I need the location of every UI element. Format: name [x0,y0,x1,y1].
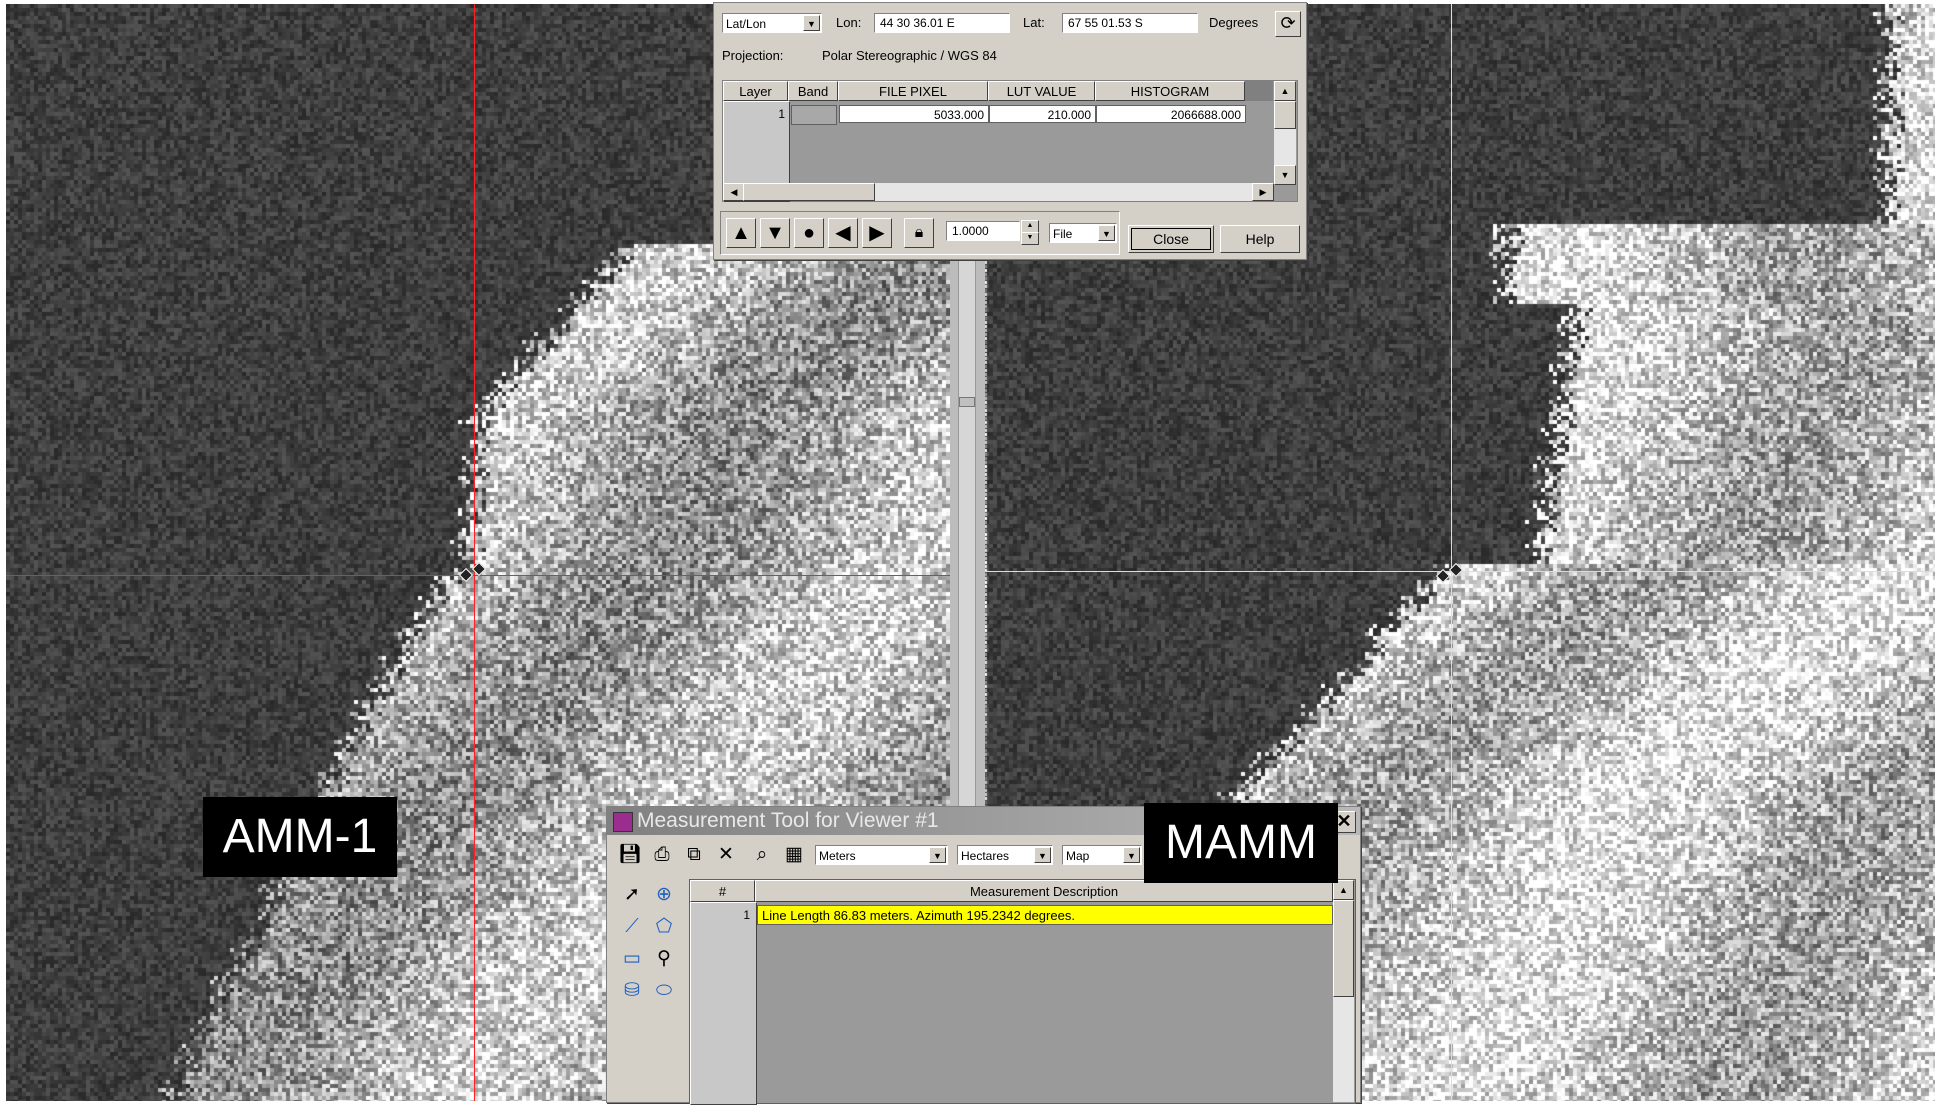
window-title: Measurement Tool for Viewer #1 [637,809,939,832]
zoom-to-icon[interactable]: ⌕ [747,841,777,869]
print-icon[interactable]: ⎙ [647,841,677,869]
left-image-label: AMM-1 [203,797,397,877]
triangle-down-icon[interactable]: ▼ [760,218,790,248]
chevron-down-icon[interactable]: ▼ [1098,225,1115,241]
row-layer-cell[interactable]: 1 [727,105,785,123]
table-hscroll[interactable]: ◀ ▶ [723,183,1274,201]
zoom-icon[interactable]: ⚲ [649,945,679,973]
lon-field[interactable]: 44 30 36.01 E [874,13,1010,33]
projection-value: Polar Stereographic / WGS 84 [822,48,997,63]
area-unit-value: Hectares [961,849,1010,863]
table-export-icon[interactable]: ▦ [779,841,809,869]
close-button[interactable]: Close [1128,225,1214,253]
scroll-thumb[interactable] [959,397,975,407]
column-header-layer[interactable]: Layer [723,81,788,101]
length-unit-select[interactable]: Meters ▼ [815,845,948,865]
copy-icon[interactable]: ⧉ [679,841,709,869]
scroll-right-icon[interactable]: ▶ [1252,183,1274,201]
lock-icon[interactable]: 🔒︎ [904,218,934,248]
step-value-field[interactable]: 1.0000 [946,221,1020,241]
help-button[interactable]: Help [1220,225,1300,253]
column-header-band[interactable]: Band [788,81,838,101]
length-unit-value: Meters [819,849,856,863]
measurement-table: # Measurement Description 1 Line Length … [689,879,1356,1105]
right-image-label: MAMM [1144,803,1338,883]
table-vscroll[interactable]: ▲ ▼ [1274,81,1296,185]
column-header-lut-value[interactable]: LUT VALUE [988,81,1095,101]
scroll-up-icon[interactable]: ▲ [1333,880,1354,900]
left-crosshair-vertical [474,4,475,1101]
chevron-down-icon[interactable]: ▼ [1123,847,1140,863]
refresh-icon[interactable]: ⟳ [1275,11,1301,37]
polygon-measure-icon[interactable]: ⬠ [649,913,679,941]
inquire-cursor-window: Lat/Lon ▼ Lon: 44 30 36.01 E Lat: 67 55 … [713,2,1307,260]
projection-label: Projection: [722,48,784,63]
coord-type-value: Lat/Lon [726,17,767,31]
row-band-cell[interactable] [791,105,837,125]
row-number-cell[interactable]: 1 [694,906,750,924]
select-arrow-icon[interactable]: ➚ [617,881,647,909]
line-measure-icon[interactable]: ⟋ [617,913,647,941]
lon-label: Lon: [836,15,862,30]
step-unit-select[interactable]: File ▼ [1049,223,1117,243]
triangle-right-icon[interactable]: ▶ [862,218,892,248]
area-unit-select[interactable]: Hectares ▼ [957,845,1053,865]
column-header-file-pixel[interactable]: FILE PIXEL [838,81,988,101]
lut-value-cell[interactable]: 210.000 [989,105,1096,123]
lat-field[interactable]: 67 55 01.53 S [1062,13,1198,33]
coord-type-select[interactable]: Lat/Lon ▼ [722,13,822,33]
units-label: Degrees [1209,15,1259,30]
scroll-left-icon[interactable]: ◀ [723,183,745,201]
ellipse-measure-icon[interactable]: ⬭ [649,977,679,1005]
coord-unit-select[interactable]: Map ▼ [1062,845,1142,865]
coord-unit-value: Map [1066,849,1090,863]
column-header-number[interactable]: # [690,880,755,902]
chevron-down-icon[interactable]: ▼ [929,847,946,863]
chevron-down-icon[interactable]: ▼ [1034,847,1051,863]
lat-label: Lat: [1023,15,1045,30]
measure-vscroll-thumb[interactable] [1333,900,1354,997]
triangle-up-icon[interactable]: ▲ [726,218,756,248]
step-unit-value: File [1053,227,1073,241]
measure-vscroll[interactable]: ▲ [1333,880,1354,1102]
spin-down-icon[interactable]: ▼ [1021,232,1039,245]
hscroll-thumb[interactable] [743,183,875,201]
inquire-table: Layer Band FILE PIXEL LUT VALUE HISTOGRA… [722,80,1298,202]
file-pixel-cell[interactable]: 5033.000 [839,105,989,123]
cylinder-measure-icon[interactable]: ⛁ [617,977,647,1005]
column-header-histogram[interactable]: HISTOGRAM [1095,81,1245,101]
scroll-up-icon[interactable]: ▲ [1274,81,1296,101]
measurement-result-row[interactable]: Line Length 86.83 meters. Azimuth 195.23… [757,905,1333,925]
save-icon[interactable]: 💾︎ [615,841,645,869]
row-number-column [690,902,757,1105]
vscroll-thumb[interactable] [1274,101,1296,129]
histogram-cell[interactable]: 2066688.000 [1096,105,1246,123]
rectangle-measure-icon[interactable]: ▭ [617,945,647,973]
point-measure-icon[interactable]: ⊕ [649,881,679,909]
header-filler [1245,81,1273,101]
scroll-down-icon[interactable]: ▼ [1274,165,1296,185]
column-header-description[interactable]: Measurement Description [755,880,1333,902]
app-icon [613,812,633,832]
chevron-down-icon[interactable]: ▼ [803,15,820,31]
circle-icon[interactable]: ● [794,218,824,248]
triangle-left-icon[interactable]: ◀ [828,218,858,248]
delete-icon[interactable]: ✕ [711,841,741,869]
right-crosshair-vertical [1451,4,1452,1101]
